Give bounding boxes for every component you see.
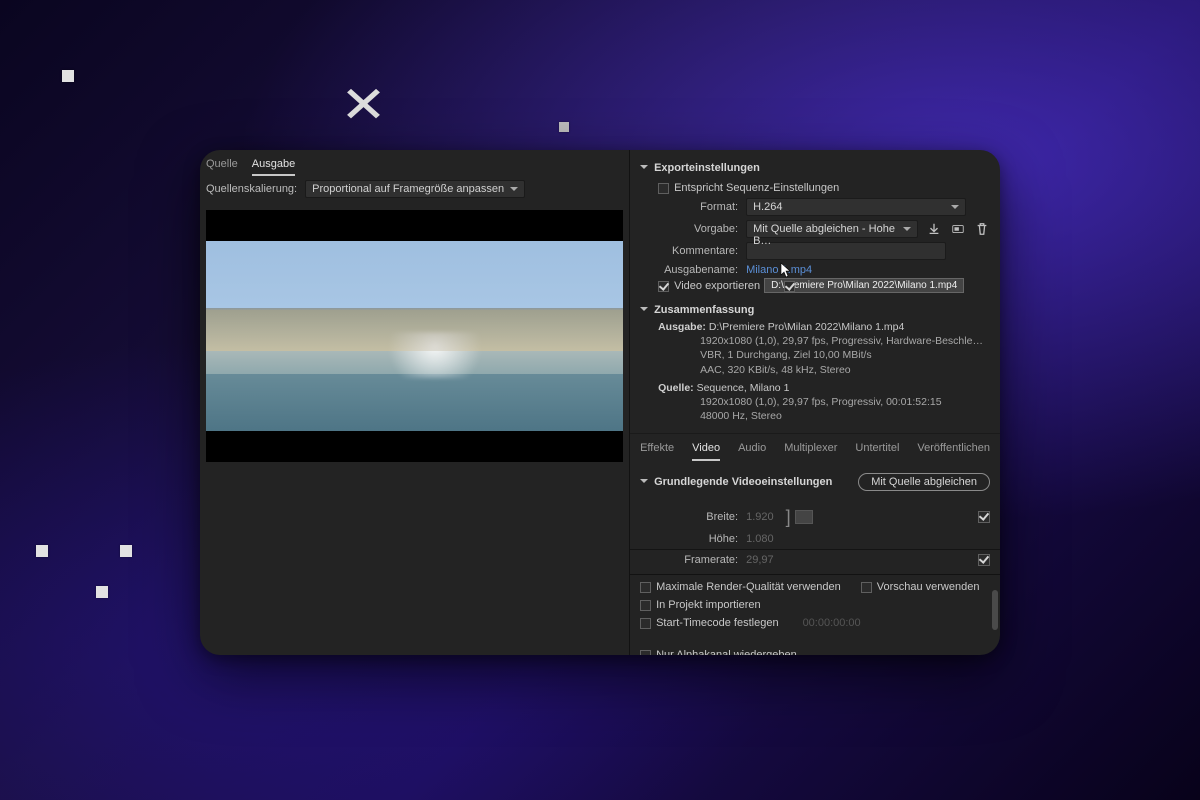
summary-output-path: D:\Premiere Pro\Milan 2022\Milano 1.mp4	[709, 321, 905, 333]
deco-square	[559, 122, 569, 132]
comments-input[interactable]	[746, 242, 946, 260]
comments-label: Kommentare:	[640, 245, 738, 257]
summary-source-label: Quelle:	[658, 382, 694, 394]
outputname-link[interactable]: Milano 1.mp4	[746, 264, 812, 276]
height-value[interactable]: 1.080	[746, 533, 774, 545]
deco-square	[62, 70, 74, 82]
twisty-icon[interactable]	[640, 165, 648, 173]
width-match-checkbox[interactable]	[978, 511, 990, 523]
max-render-checkbox[interactable]: Maximale Render-Qualität verwenden	[640, 581, 841, 593]
import-project-label: In Projekt importieren	[656, 599, 761, 611]
twisty-icon[interactable]	[640, 307, 648, 315]
preset-label: Vorgabe:	[640, 223, 738, 235]
deco-square	[96, 586, 108, 598]
deco-square	[36, 545, 48, 557]
set-timecode-label: Start-Timecode festlegen	[656, 617, 778, 629]
tab-publish[interactable]: Veröffentlichen	[917, 442, 990, 461]
timecode-value: 00:00:00:00	[799, 617, 865, 629]
match-sequence-label: Entspricht Sequenz-Einstellungen	[674, 182, 839, 194]
alpha-only-label: Nur Alphakanal wiedergeben	[656, 649, 797, 655]
height-label: Höhe:	[640, 533, 738, 545]
deco-square	[120, 545, 132, 557]
tab-subtitles[interactable]: Untertitel	[855, 442, 899, 461]
import-preset-icon[interactable]	[950, 221, 966, 237]
export-dialog: Quelle Ausgabe Quellenskalierung: Propor…	[200, 150, 1000, 655]
tab-source[interactable]: Quelle	[206, 158, 238, 176]
preview-image	[206, 241, 623, 431]
summary-source-line1: Sequence, Milano 1	[697, 382, 790, 394]
framerate-label: Framerate:	[640, 554, 738, 566]
settings-panel: Exporteinstellungen Entspricht Sequenz-E…	[630, 150, 1000, 655]
render-options: Maximale Render-Qualität verwenden Vorsc…	[630, 574, 1000, 655]
summary-source-line2: 1920x1080 (1,0), 29,97 fps, Progressiv, …	[658, 395, 990, 409]
summary-output-line4: AAC, 320 KBit/s, 48 kHz, Stereo	[658, 363, 990, 377]
export-video-checkbox[interactable]: Video exportieren	[658, 280, 760, 292]
delete-preset-icon[interactable]	[974, 221, 990, 237]
tab-audio[interactable]: Audio	[738, 442, 766, 461]
summary-title: Zusammenfassung	[654, 304, 754, 316]
alpha-only-checkbox[interactable]: Nur Alphakanal wiedergeben	[640, 649, 797, 655]
match-source-button[interactable]: Mit Quelle abgleichen	[858, 473, 990, 491]
link-dimensions-button[interactable]	[795, 510, 813, 524]
tab-output[interactable]: Ausgabe	[252, 158, 295, 176]
max-render-label: Maximale Render-Qualität verwenden	[656, 581, 841, 593]
format-label: Format:	[640, 201, 738, 213]
summary-output-label: Ausgabe:	[658, 321, 706, 333]
scrollbar-thumb[interactable]	[992, 590, 998, 630]
use-preview-label: Vorschau verwenden	[877, 581, 980, 593]
basic-video-title: Grundlegende Videoeinstellungen	[654, 476, 832, 488]
source-scaling-label: Quellenskalierung:	[206, 183, 297, 195]
width-value[interactable]: 1.920	[746, 511, 774, 523]
export-video-label: Video exportieren	[674, 280, 760, 292]
import-project-checkbox[interactable]: In Projekt importieren	[640, 599, 761, 611]
use-preview-checkbox[interactable]: Vorschau verwenden	[861, 581, 980, 593]
preset-select[interactable]: Mit Quelle abgleichen - Hohe B…	[746, 220, 918, 238]
summary-output-line2: 1920x1080 (1,0), 29,97 fps, Progressiv, …	[658, 334, 990, 348]
tab-effects[interactable]: Effekte	[640, 442, 674, 461]
twisty-icon[interactable]	[640, 479, 648, 487]
summary-block: Ausgabe: D:\Premiere Pro\Milan 2022\Mila…	[640, 320, 990, 423]
tab-multiplexer[interactable]: Multiplexer	[784, 442, 837, 461]
save-preset-icon[interactable]	[926, 221, 942, 237]
tab-video[interactable]: Video	[692, 442, 720, 461]
framerate-value[interactable]: 29,97	[746, 554, 774, 566]
preview-viewport	[206, 210, 623, 462]
format-select[interactable]: H.264	[746, 198, 966, 216]
set-timecode-checkbox[interactable]: Start-Timecode festlegen	[640, 617, 778, 629]
width-label: Breite:	[640, 511, 738, 523]
summary-output-line3: VBR, 1 Durchgang, Ziel 10,00 MBit/s	[658, 348, 990, 362]
deco-x-icon: ✕	[340, 75, 387, 134]
link-bracket-icon: ]	[786, 505, 791, 529]
outputname-label: Ausgabename:	[640, 264, 738, 276]
export-settings-title: Exporteinstellungen	[654, 162, 760, 174]
summary-source-line3: 48000 Hz, Stereo	[658, 409, 990, 423]
preview-panel: Quelle Ausgabe Quellenskalierung: Propor…	[200, 150, 630, 655]
match-sequence-checkbox[interactable]: Entspricht Sequenz-Einstellungen	[658, 182, 839, 194]
source-scaling-select[interactable]: Proportional auf Framegröße anpassen	[305, 180, 525, 198]
framerate-match-checkbox[interactable]	[978, 554, 990, 566]
